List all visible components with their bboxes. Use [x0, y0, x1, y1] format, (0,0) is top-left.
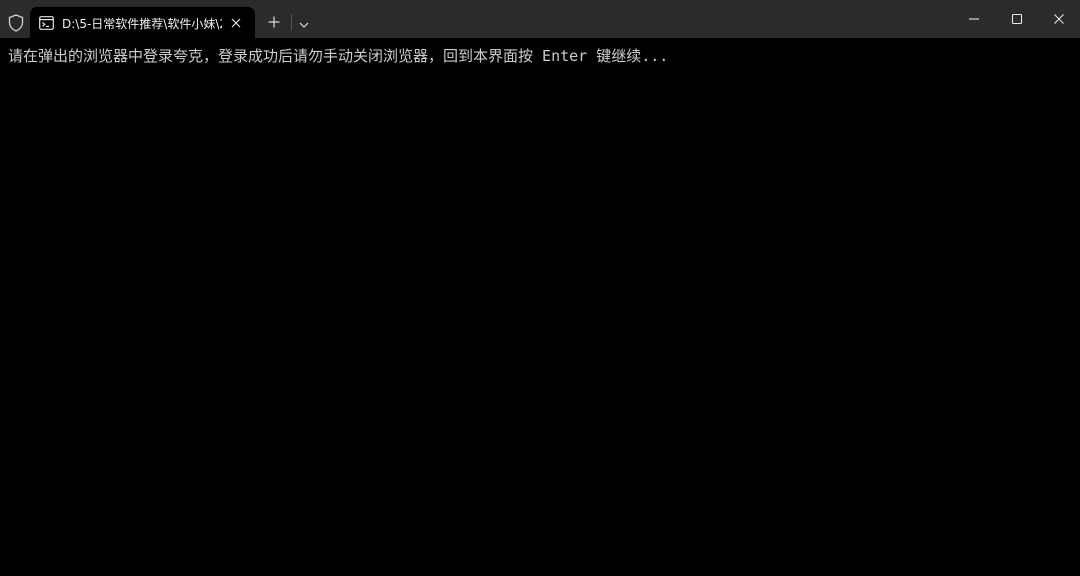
maximize-button[interactable]: [994, 0, 1038, 38]
terminal-output-area[interactable]: 请在弹出的浏览器中登录夸克，登录成功后请勿手动关闭浏览器，回到本界面按 Ente…: [0, 38, 1080, 576]
terminal-window-icon: [39, 15, 54, 30]
tab-title: D:\5-日常软件推荐\软件小妹\2: [62, 17, 222, 31]
minimize-icon: [969, 18, 979, 20]
terminal-window: D:\5-日常软件推荐\软件小妹\2 请在弹出的浏览器中登录夸克，登录成功后请勿…: [0, 0, 1080, 576]
chevron-down-icon[interactable]: [297, 16, 311, 28]
tab-active[interactable]: D:\5-日常软件推荐\软件小妹\2: [30, 7, 255, 38]
close-button[interactable]: [1036, 0, 1080, 38]
close-icon: [1054, 14, 1064, 24]
output-line: 请在弹出的浏览器中登录夸克，登录成功后请勿手动关闭浏览器，回到本界面按 Ente…: [8, 47, 669, 65]
plus-icon[interactable]: [266, 14, 282, 30]
minimize-button[interactable]: [951, 0, 995, 38]
tab-close-icon[interactable]: [229, 15, 243, 29]
shield-icon: [8, 14, 24, 32]
maximize-icon: [1011, 13, 1023, 25]
tab-divider: [291, 14, 292, 31]
title-bar[interactable]: D:\5-日常软件推荐\软件小妹\2: [0, 0, 1080, 38]
